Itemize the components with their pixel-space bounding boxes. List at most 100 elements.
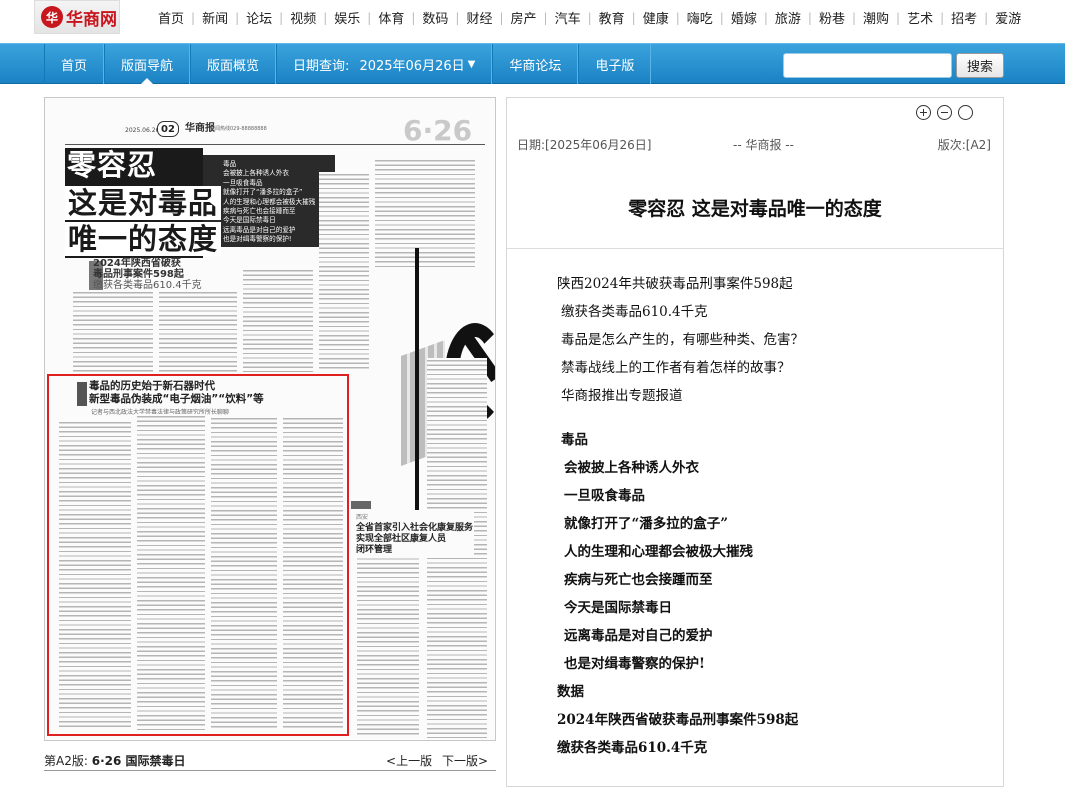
article-paragraph-bold: 数据 (557, 684, 584, 700)
top-nav-item[interactable]: 潮购 (856, 8, 896, 27)
newspaper-page-image[interactable]: 2025.06.26 星期四 02 华商报 新闻热线029-88888888 6… (44, 97, 496, 741)
article-paragraph-bold: 2024年陕西省破获毒品刑事案件598起 (557, 712, 799, 728)
selected-article-highlight[interactable] (47, 374, 349, 736)
top-nav: 首页 | 新闻 | 论坛 | 视频 | 娱乐 | 体育 | 数码 | 财经 | 房产 | 汽车 | 教育 | 健康 | 嗨吃 | 婚… (151, 8, 1028, 28)
paper-subheadline: 2024年陕西省破获 毒品刑事案件598起 缴获各类毒品610.4千克 (93, 258, 202, 291)
paper-right-title-line-1: 全省首家引入社会化康复服务 (356, 523, 474, 533)
top-nav-item[interactable]: 新闻 (195, 8, 235, 27)
paper-taglines: 毒品 会被披上各种诱人外衣 一旦吸食毒品 就像打开了“潘多拉的盒子” 人的生理和心理都会… (223, 160, 315, 245)
top-nav-item[interactable]: 嗨吃 (680, 8, 720, 27)
article-paragraph-bold: 毒品 (561, 432, 588, 448)
search-input[interactable] (783, 53, 952, 78)
paper-tagline: 毒品 (223, 160, 237, 168)
top-nav-item[interactable]: 婚嫁 (724, 8, 764, 27)
article-title: 零容忍 这是对毒品唯一的态度 (628, 198, 882, 220)
zoom-out-icon[interactable] (937, 105, 952, 120)
paper-big-date: 6·26 (403, 114, 473, 147)
text-column (319, 172, 369, 370)
top-nav-item[interactable]: 数码 (415, 8, 455, 27)
paper-info-line: 新闻热线029-88888888 (210, 126, 267, 132)
paper-tagline: 就像打开了“潘多拉的盒子” (223, 188, 303, 197)
article-paragraph-bold: 会被披上各种诱人外衣 (564, 460, 699, 476)
nav-home[interactable]: 首页 (44, 44, 105, 84)
article-paragraph-bold: 人的生理和心理都会被极大摧残 (564, 544, 753, 560)
paper-subheadline-line-2: 毒品刑事案件598起 (93, 269, 184, 280)
paper-headline-line-2: 这是对毒品 (65, 186, 222, 220)
top-nav-item[interactable]: 旅游 (768, 8, 808, 27)
paper-tagline: 人的生理和心理都会被极大摧残 (223, 197, 316, 206)
next-page-link[interactable]: 下一版> (442, 754, 488, 768)
article-paragraph-bold: 今天是国际禁毒日 (564, 600, 672, 616)
site-logo[interactable]: 华 华商网 (34, 0, 120, 34)
zoom-in-icon[interactable] (916, 105, 931, 120)
page-pager: <上一版 下一版> (380, 752, 488, 769)
nav-epaper[interactable]: 电子版 (578, 44, 652, 84)
paper-headline-line-3: 唯一的态度 (65, 222, 222, 256)
paper-headline-line-1: 零容忍 (67, 148, 158, 182)
top-nav-item[interactable]: 教育 (592, 8, 632, 27)
article-source: -- 华商报 -- (733, 138, 794, 152)
article-paragraph-bold: 远离毒品是对自己的爱护 (564, 628, 713, 644)
paper-top-rule (65, 144, 485, 145)
divider (507, 248, 1003, 249)
article-page: 版次:[A2] (937, 138, 991, 152)
logo-mark: 华 (41, 6, 63, 28)
paper-tagline: 也是对缉毒警察的保护! (223, 235, 292, 244)
article-meta: 日期:[2025年06月26日] -- 华商报 -- 版次:[A2] (517, 136, 991, 154)
logo-text: 华商网 (66, 9, 117, 30)
article-paragraph-bold: 也是对缉毒警察的保护! (564, 656, 705, 672)
prev-page-link[interactable]: <上一版 (386, 754, 432, 768)
paper-right-title-line-3: 闭环管理 (356, 545, 393, 555)
top-bar: 华 华商网 首页 | 新闻 | 论坛 | 视频 | 娱乐 | 体育 | 数码 | 财经 | 房产 | 汽车 | 教育 | 健… (0, 0, 1065, 42)
article-paragraph: 缴获各类毒品610.4千克 (561, 304, 708, 320)
article-paragraph: 华商报推出专题报道 (561, 388, 683, 404)
page-info: 第A2版: 6·26 国际禁毒日 (44, 752, 186, 769)
paper-right-article-title: 西安 全省首家引入社会化康复服务 实现全部社区康复人员 闭环管理 (355, 510, 475, 558)
paper-tagline: 远离毒品是对自己的爱护 (223, 225, 296, 234)
top-nav-item[interactable]: 娱乐 (327, 8, 367, 27)
top-nav-item[interactable]: 爱游 (988, 8, 1028, 27)
date-query-value[interactable]: 2025年06月26日 (359, 55, 464, 74)
top-nav-item[interactable]: 财经 (459, 8, 499, 27)
text-column (73, 290, 153, 372)
page-label: 第A2版: (44, 754, 88, 768)
top-nav-item[interactable]: 论坛 (239, 8, 279, 27)
article-paragraph: 陕西2024年共破获毒品刑事案件598起 (557, 276, 793, 292)
date-query[interactable]: 日期查询: 2025年06月26日 ▼ (276, 44, 493, 84)
article-date: 日期:[2025年06月26日] (517, 138, 652, 152)
top-nav-item[interactable]: 体育 (371, 8, 411, 27)
page-name: 6·26 国际禁毒日 (91, 754, 186, 768)
text-column (375, 158, 475, 268)
paper-tagline: 会被披上各种诱人外衣 (223, 169, 289, 178)
top-nav-item[interactable]: 视频 (283, 8, 323, 27)
newspaper-page: 2025.06.26 星期四 02 华商报 新闻热线029-88888888 6… (45, 98, 495, 740)
top-nav-item[interactable]: 首页 (151, 8, 191, 27)
top-nav-item[interactable]: 粉巷 (812, 8, 852, 27)
nav-forum[interactable]: 华商论坛 (492, 44, 579, 84)
section-badge (351, 501, 371, 509)
article-paragraph: 毒品是怎么产生的，有哪些种类、危害？ (561, 332, 804, 348)
zoom-tools (916, 105, 973, 120)
reset-zoom-icon[interactable] (958, 105, 973, 120)
caret-down-icon[interactable]: ▼ (468, 59, 476, 70)
text-column (243, 268, 313, 372)
article-paragraph: 禁毒战线上的工作者有着怎样的故事？ (561, 360, 791, 376)
search-button[interactable]: 搜索 (956, 53, 1004, 78)
nav-layout-navigation[interactable]: 版面导航 (104, 44, 191, 84)
top-nav-item[interactable]: 艺术 (900, 8, 940, 27)
page-footer: 第A2版: 6·26 国际禁毒日 <上一版 下一版> (44, 749, 496, 771)
paper-right-article-kicker: 西安 (356, 514, 369, 521)
top-nav-item[interactable]: 汽车 (548, 8, 588, 27)
top-nav-item[interactable]: 健康 (636, 8, 676, 27)
arrow-left-icon (207, 192, 217, 208)
top-nav-item[interactable]: 招考 (944, 8, 984, 27)
date-query-label: 日期查询: (293, 58, 350, 74)
nav-layout-overview[interactable]: 版面概览 (190, 44, 277, 84)
article-paragraph-bold: 疾病与死亡也会接踵而至 (564, 572, 713, 588)
text-column (357, 538, 419, 738)
paper-subheadline-line-1: 2024年陕西省破获 (93, 258, 181, 269)
paper-page-number: 02 (157, 121, 179, 137)
article-paragraph-bold: 缴获各类毒品610.4千克 (557, 740, 708, 756)
top-nav-item[interactable]: 房产 (504, 8, 544, 27)
